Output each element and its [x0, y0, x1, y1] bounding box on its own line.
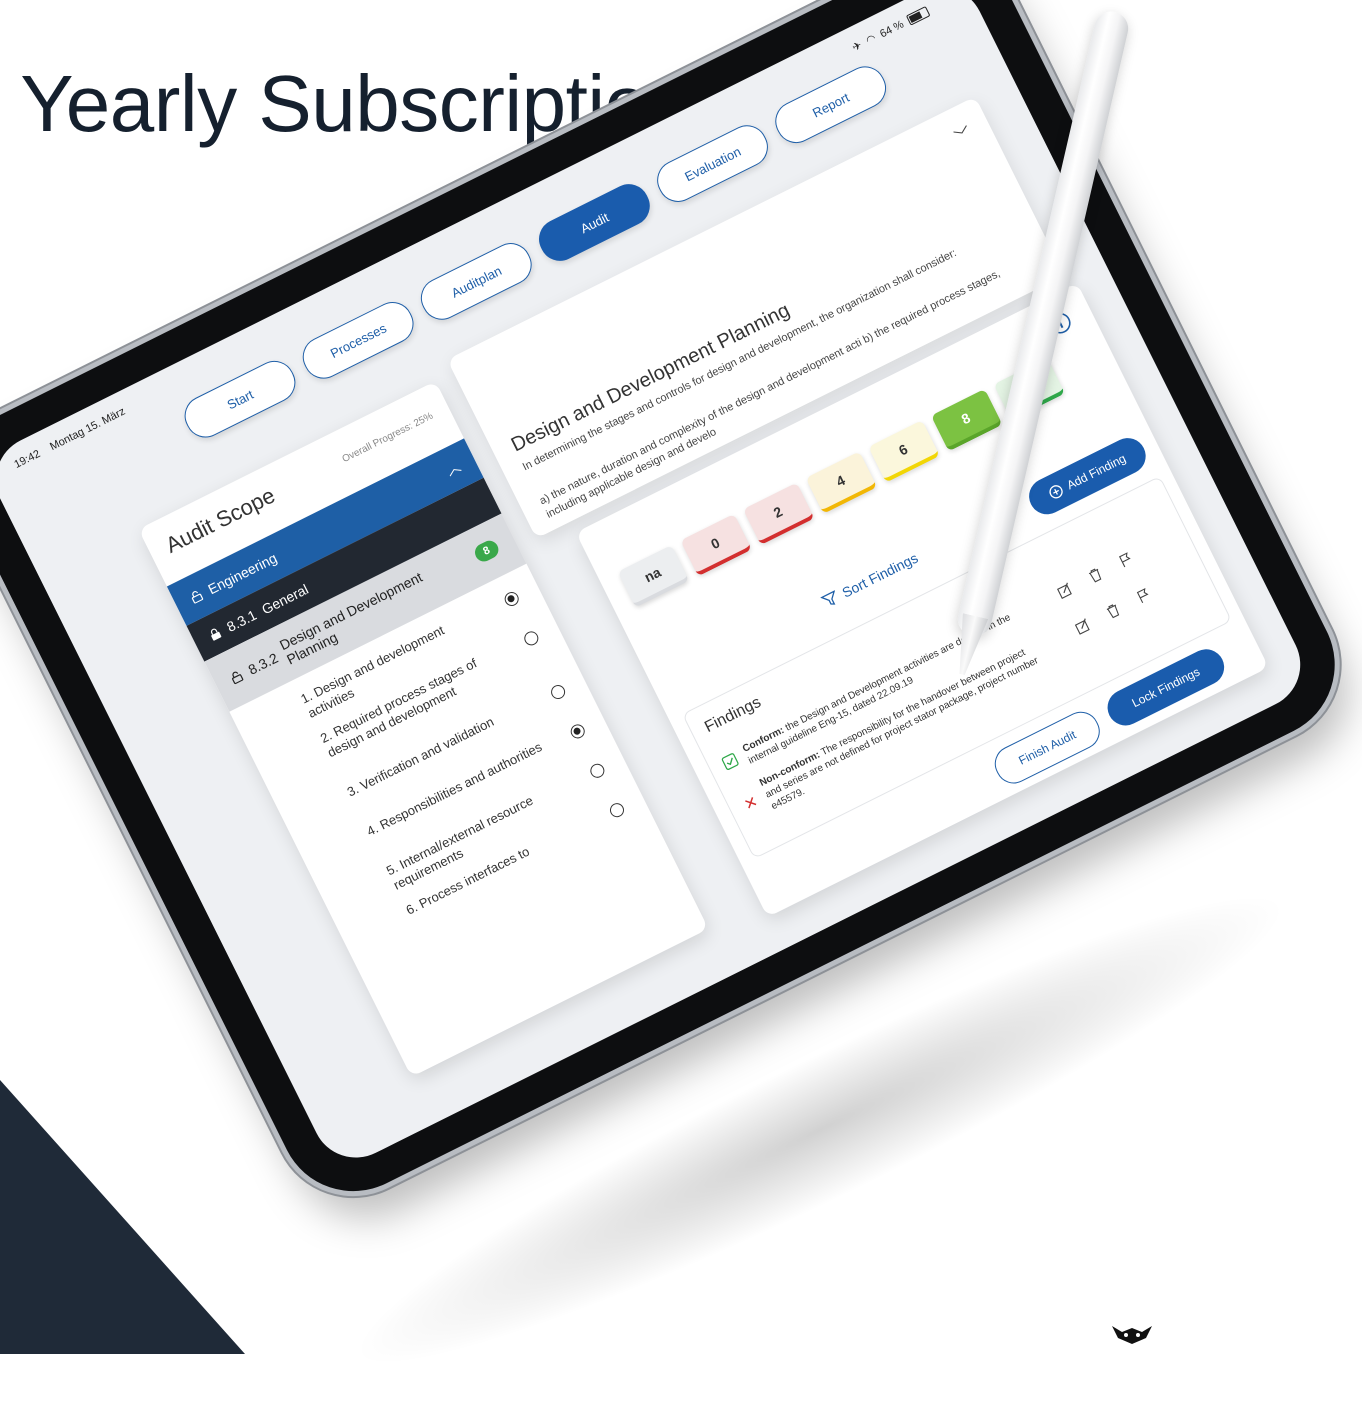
tab-processes[interactable]: Processes	[295, 295, 421, 386]
cross-icon	[745, 797, 757, 809]
tab-report[interactable]: Report	[768, 59, 893, 150]
battery-level: 64 %	[877, 18, 906, 40]
radio-selected[interactable]	[502, 589, 522, 609]
status-time: 19:42	[12, 447, 43, 471]
sort-findings-label: Sort Findings	[839, 549, 921, 601]
chevron-down-icon[interactable]: ﹀	[950, 120, 975, 149]
tab-audit[interactable]: Audit	[532, 177, 657, 268]
radio-unselected[interactable]	[521, 628, 541, 648]
radio-unselected[interactable]	[607, 800, 627, 820]
question-title: Design and Development Planning	[507, 299, 794, 457]
scope-item-code: 8.3.2	[245, 649, 281, 678]
status-indicators: ✈ ◠ 64 %	[850, 5, 931, 54]
edit-icon[interactable]	[1073, 617, 1092, 636]
rating-0[interactable]: 0	[680, 513, 752, 577]
finding-actions	[1056, 550, 1136, 599]
corner-decoration	[0, 1080, 245, 1354]
radio-unselected[interactable]	[548, 682, 568, 702]
trash-icon[interactable]	[1086, 566, 1105, 585]
wifi-icon: ◠	[864, 32, 879, 48]
tab-evaluation[interactable]: Evaluation	[650, 118, 775, 209]
status-date: Montag 15. März	[48, 405, 128, 454]
rating-na[interactable]: na	[617, 545, 690, 608]
check-icon	[721, 753, 739, 770]
unlock-icon	[191, 591, 204, 604]
filter-icon	[820, 590, 836, 605]
tab-start[interactable]: Start	[177, 354, 303, 445]
chevron-up-icon[interactable]: ︿	[443, 456, 464, 480]
brand-logo-icon	[1112, 1326, 1152, 1344]
add-finding-label: Add Finding	[1064, 451, 1129, 493]
rating-4[interactable]: 4	[805, 451, 878, 514]
airplane-icon: ✈	[850, 39, 865, 55]
edit-icon[interactable]	[1056, 581, 1075, 600]
tab-auditplan[interactable]: Auditplan	[414, 236, 539, 327]
rating-2[interactable]: 2	[742, 482, 815, 546]
findings-title: Findings	[702, 693, 764, 737]
flag-icon[interactable]	[1134, 586, 1153, 605]
rating-6[interactable]: 6	[868, 420, 940, 483]
finding-actions	[1073, 586, 1153, 635]
trash-icon[interactable]	[1104, 601, 1123, 620]
unlock-icon	[232, 671, 244, 685]
lock-icon	[210, 628, 222, 641]
plus-circle-icon	[1049, 485, 1063, 499]
radio-selected[interactable]	[568, 722, 588, 741]
radio-unselected[interactable]	[587, 761, 607, 781]
flag-icon[interactable]	[1116, 550, 1135, 569]
rating-8[interactable]: 8	[930, 388, 1003, 452]
battery-icon	[905, 5, 931, 26]
overall-progress: Overall Progress: 25%	[340, 410, 435, 466]
scope-item-code: 8.3.1	[224, 606, 260, 635]
